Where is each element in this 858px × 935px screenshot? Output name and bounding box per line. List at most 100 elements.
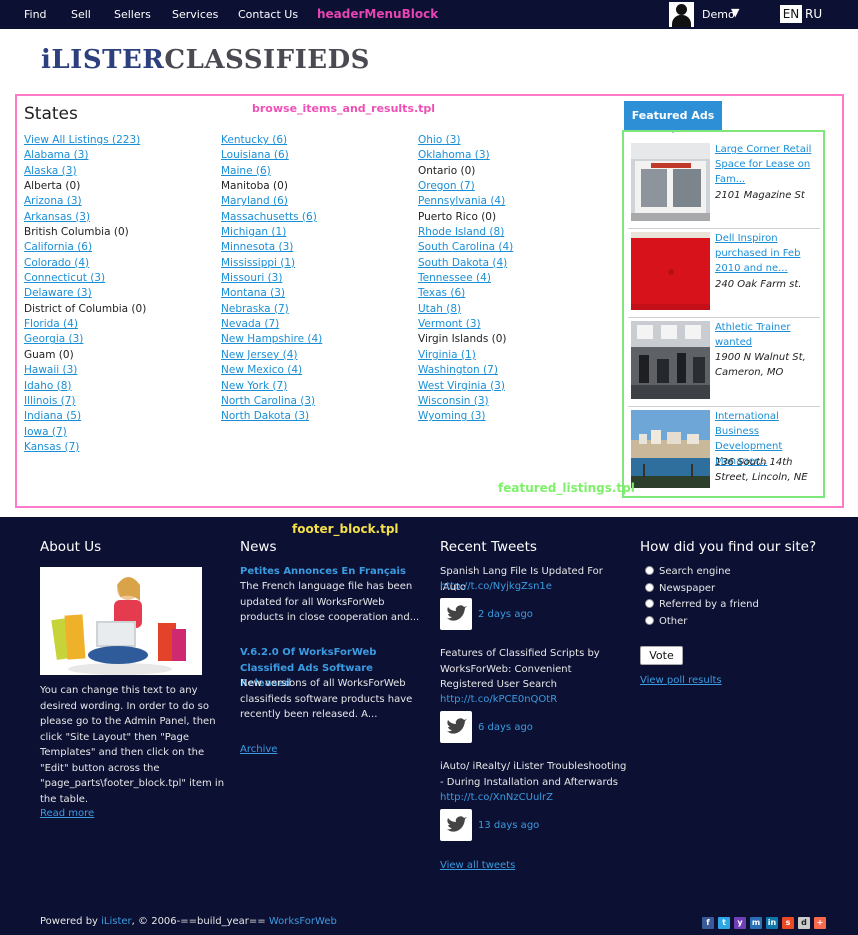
view-all-tweets-link[interactable]: View all tweets [440, 860, 515, 871]
state-link[interactable]: South Dakota (4) [418, 256, 608, 271]
state-link[interactable]: Hawaii (3) [24, 363, 214, 378]
lang-en-button[interactable]: EN [780, 5, 802, 23]
state-link[interactable]: Oklahoma (3) [418, 148, 608, 163]
state-link[interactable]: West Virginia (3) [418, 379, 608, 394]
state-link[interactable]: Idaho (8) [24, 379, 214, 394]
state-link[interactable]: Georgia (3) [24, 332, 214, 347]
nav-services[interactable]: Services [172, 8, 218, 21]
stumbleupon-icon[interactable]: s [782, 917, 794, 929]
state-link[interactable]: Maryland (6) [221, 194, 411, 209]
state-link[interactable]: Minnesota (3) [221, 240, 411, 255]
state-link[interactable]: South Carolina (4) [418, 240, 608, 255]
state-link[interactable]: Illinois (7) [24, 394, 214, 409]
state-link[interactable]: Wyoming (3) [418, 409, 608, 424]
view-poll-results-link[interactable]: View poll results [640, 675, 722, 686]
state-link[interactable]: Nevada (7) [221, 317, 411, 332]
site-logo[interactable]: iLISTERCLASSIFIEDS [41, 45, 370, 75]
state-link[interactable]: Vermont (3) [418, 317, 608, 332]
vote-button[interactable]: Vote [640, 646, 683, 665]
state-link[interactable]: Kansas (7) [24, 440, 214, 455]
state-link[interactable]: New Mexico (4) [221, 363, 411, 378]
nav-sellers[interactable]: Sellers [114, 8, 151, 21]
tweet-time[interactable]: 6 days ago [478, 722, 533, 733]
state-link[interactable]: Kentucky (6) [221, 133, 411, 148]
state-link[interactable]: Washington (7) [418, 363, 608, 378]
news-title-link[interactable]: Petites Annonces En Français [240, 564, 425, 580]
state-link[interactable]: View All Listings (223) [24, 133, 214, 148]
state-link[interactable]: Oregon (7) [418, 179, 608, 194]
poll-radio[interactable] [645, 599, 654, 608]
state-link[interactable]: New Hampshire (4) [221, 332, 411, 347]
nav-find[interactable]: Find [24, 8, 47, 21]
addthis-icon[interactable]: + [814, 917, 826, 929]
linkedin-icon[interactable]: in [766, 917, 778, 929]
state-link[interactable]: Delaware (3) [24, 286, 214, 301]
ad-title-link[interactable]: Large Corner Retail Space for Lease on F… [715, 142, 823, 187]
state-link[interactable]: California (6) [24, 240, 214, 255]
state-link[interactable]: North Dakota (3) [221, 409, 411, 424]
tweet-link[interactable]: http://t.co/kPCE0nQOtR [440, 694, 557, 705]
tweet-link[interactable]: http://t.co/NyjkgZsn1e [440, 581, 552, 592]
state-link[interactable]: New Jersey (4) [221, 348, 411, 363]
state-link[interactable]: Maine (6) [221, 164, 411, 179]
state-link[interactable]: Florida (4) [24, 317, 214, 332]
state-link[interactable]: Rhode Island (8) [418, 225, 608, 240]
read-more-link[interactable]: Read more [40, 808, 94, 819]
state-link[interactable]: Tennessee (4) [418, 271, 608, 286]
yahoo-icon[interactable]: y [734, 917, 746, 929]
poll-option[interactable]: Referred by a friend [659, 599, 759, 610]
ad-title-link[interactable]: Athletic Trainer wanted [715, 320, 823, 350]
poll-radio[interactable] [645, 583, 654, 592]
state-link[interactable]: Mississippi (1) [221, 256, 411, 271]
state-link[interactable]: Louisiana (6) [221, 148, 411, 163]
state-link[interactable]: Colorado (4) [24, 256, 214, 271]
featured-ads-tab[interactable]: Featured Ads [624, 101, 722, 130]
facebook-icon[interactable]: f [702, 917, 714, 929]
state-link[interactable]: Iowa (7) [24, 425, 214, 440]
state-link[interactable]: Indiana (5) [24, 409, 214, 424]
worksforweb-link[interactable]: WorksForWeb [269, 916, 337, 927]
harbor-thumbnail[interactable] [631, 410, 710, 488]
state-link[interactable]: Virginia (1) [418, 348, 608, 363]
poll-option[interactable]: Search engine [659, 566, 731, 577]
user-menu-caret-icon[interactable]: ▼ [731, 6, 739, 19]
state-link[interactable]: Ohio (3) [418, 133, 608, 148]
laptop-thumbnail[interactable] [631, 232, 710, 310]
twitter-icon[interactable]: t [718, 917, 730, 929]
nav-sell[interactable]: Sell [71, 8, 91, 21]
lang-ru-button[interactable]: RU [805, 5, 822, 23]
delicious-icon[interactable]: d [798, 917, 810, 929]
state-link[interactable]: Pennsylvania (4) [418, 194, 608, 209]
state-link[interactable]: Missouri (3) [221, 271, 411, 286]
poll-option[interactable]: Other [659, 616, 687, 627]
state-link[interactable]: Wisconsin (3) [418, 394, 608, 409]
poll-option[interactable]: Newspaper [659, 583, 715, 594]
tweet-time[interactable]: 13 days ago [478, 820, 539, 831]
tweet-time[interactable]: 2 days ago [478, 609, 533, 620]
tweet-link[interactable]: http://t.co/XnNzCUulrZ [440, 792, 553, 803]
state-link[interactable]: Alaska (3) [24, 164, 214, 179]
state-link[interactable]: Michigan (1) [221, 225, 411, 240]
state-link[interactable]: New York (7) [221, 379, 411, 394]
state-link[interactable]: Alabama (3) [24, 148, 214, 163]
myspace-icon[interactable]: m [750, 917, 762, 929]
archive-link[interactable]: Archive [240, 744, 277, 755]
state-link[interactable]: Nebraska (7) [221, 302, 411, 317]
ilister-link[interactable]: iLister [101, 916, 132, 927]
poll-radio[interactable] [645, 566, 654, 575]
ad-title-link[interactable]: Dell Inspiron purchased in Feb 2010 and … [715, 231, 823, 276]
state-link[interactable]: North Carolina (3) [221, 394, 411, 409]
state-link[interactable]: Montana (3) [221, 286, 411, 301]
state-link[interactable]: Massachusetts (6) [221, 210, 411, 225]
nav-contact-us[interactable]: Contact Us [238, 8, 298, 21]
state-link[interactable]: Arizona (3) [24, 194, 214, 209]
state-link[interactable]: Texas (6) [418, 286, 608, 301]
user-menu[interactable]: Demo [702, 8, 735, 21]
state-link[interactable]: Connecticut (3) [24, 271, 214, 286]
poll-radio[interactable] [645, 616, 654, 625]
user-avatar-icon[interactable] [669, 2, 694, 27]
state-link[interactable]: Utah (8) [418, 302, 608, 317]
storefront-thumbnail[interactable] [631, 143, 710, 221]
gym-thumbnail[interactable] [631, 321, 710, 399]
state-link[interactable]: Arkansas (3) [24, 210, 214, 225]
